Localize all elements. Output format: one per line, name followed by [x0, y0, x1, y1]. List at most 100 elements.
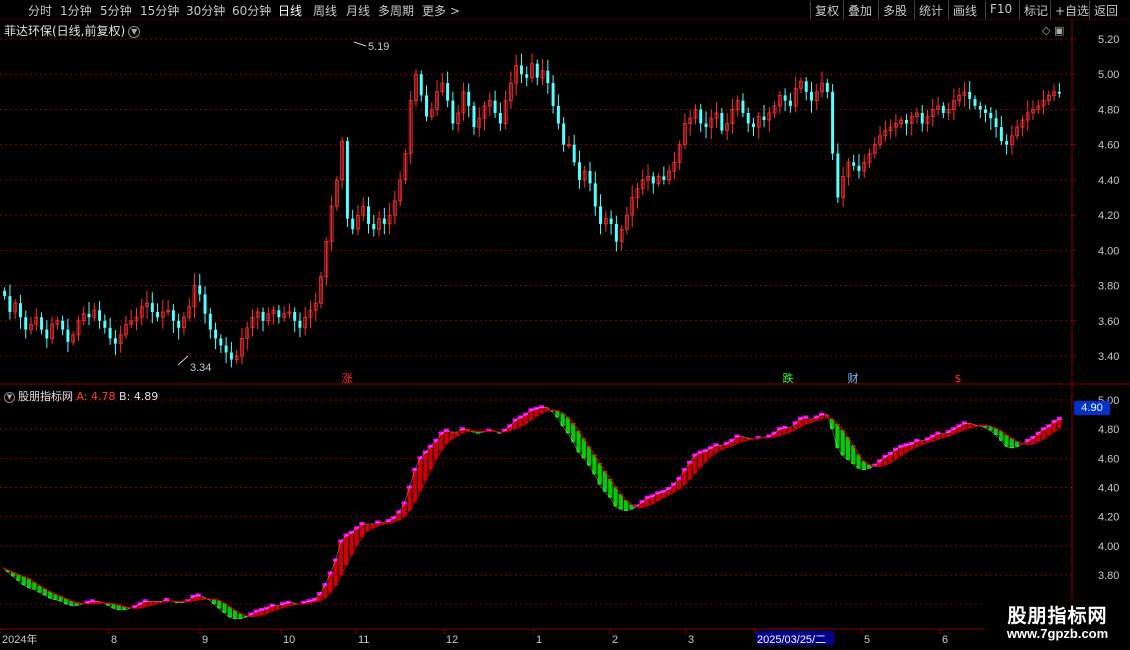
- candle-body: [219, 338, 223, 346]
- indicator-a-value: 4.78: [91, 390, 116, 403]
- candle-body: [171, 310, 175, 321]
- candle-body: [446, 83, 450, 101]
- indicator-top-mark: [137, 602, 143, 606]
- candle-body: [87, 313, 91, 318]
- candle-body: [810, 91, 814, 101]
- low-pointer: [177, 355, 189, 366]
- date-label: 10: [283, 634, 295, 646]
- date-label: 9: [202, 634, 208, 646]
- period-5[interactable]: 60分钟: [232, 2, 271, 19]
- stock-title[interactable]: 菲达环保(日线,前复权) ▼: [4, 22, 141, 39]
- candle-body: [588, 171, 592, 184]
- date-label: 2: [612, 634, 618, 646]
- action-3[interactable]: 统计: [919, 2, 943, 19]
- candle-body: [293, 311, 297, 321]
- indicator-top-mark: [317, 591, 323, 595]
- candle-body: [277, 310, 281, 318]
- indicator-top-mark: [892, 447, 899, 451]
- candle-body: [156, 311, 160, 318]
- diamond-icon[interactable]: ◇: [1042, 24, 1050, 37]
- indicator-tick-label: 4.60: [1098, 453, 1119, 465]
- indicator-b-label: B:: [119, 390, 131, 403]
- candle-body: [651, 176, 655, 184]
- toolbar-separator: [810, 1, 811, 19]
- candle-body: [904, 120, 908, 124]
- event-marker: 跌: [783, 371, 794, 385]
- candle-body: [3, 290, 7, 297]
- indicator-top-mark: [1025, 438, 1031, 442]
- indicator-top-mark: [507, 424, 513, 428]
- period-3[interactable]: 15分钟: [140, 2, 179, 19]
- date-label: 12: [446, 634, 458, 646]
- chevron-down-icon[interactable]: ▼: [4, 391, 15, 403]
- candle-body: [18, 303, 22, 318]
- candle-body: [704, 123, 708, 128]
- indicator-top-mark: [1051, 419, 1057, 423]
- toolbar-separator: [948, 1, 949, 19]
- candle-body: [535, 63, 539, 78]
- candle-body: [472, 105, 476, 128]
- indicator-tick-label: 4.80: [1098, 424, 1119, 436]
- date-label: 2024年: [2, 632, 37, 646]
- indicator-top-mark: [427, 444, 434, 448]
- candle-body: [614, 223, 618, 242]
- chevron-down-icon[interactable]: ▼: [128, 25, 141, 38]
- candle-body: [519, 65, 523, 75]
- toolbar-separator: [1089, 1, 1090, 19]
- last-price-tag: 4.90: [1074, 401, 1110, 415]
- action-4[interactable]: 画线: [953, 2, 977, 19]
- candle-body: [451, 100, 455, 124]
- candle-body: [198, 285, 202, 295]
- candle-body: [546, 70, 550, 84]
- candle-body: [984, 109, 988, 113]
- candle-body: [203, 294, 207, 314]
- candle-body: [208, 313, 212, 330]
- period-7[interactable]: 周线: [313, 2, 337, 19]
- period-1[interactable]: 1分钟: [60, 2, 92, 19]
- indicator-top-mark: [935, 431, 941, 435]
- price-tick-label: 4.00: [1098, 245, 1119, 257]
- action-7[interactable]: +自选: [1055, 2, 1089, 19]
- candle-body: [968, 91, 972, 99]
- period-10[interactable]: 更多 >: [422, 2, 460, 19]
- candle-body: [783, 95, 787, 101]
- action-1[interactable]: 叠加: [848, 2, 872, 19]
- period-8[interactable]: 月线: [346, 2, 370, 19]
- action-5[interactable]: F10: [990, 2, 1012, 16]
- action-2[interactable]: 多股: [883, 2, 907, 19]
- action-0[interactable]: 复权: [815, 2, 839, 19]
- indicator-top-mark: [956, 424, 962, 428]
- period-4[interactable]: 30分钟: [186, 2, 225, 19]
- indicator-top-mark: [422, 450, 428, 454]
- date-label: 2025/03/25/二: [757, 634, 826, 646]
- kline-chart[interactable]: 5.20 5.00 4.80 4.60 4.40 4.20 4.00 3.80 3.60 3.40…: [0, 20, 1130, 650]
- action-6[interactable]: 标记: [1024, 2, 1048, 19]
- low-price-label: 3.34: [190, 362, 211, 374]
- event-marker: 财: [848, 371, 859, 385]
- indicator-top-mark: [1040, 427, 1047, 431]
- toolbar-separator: [1050, 1, 1051, 19]
- indicator-top-mark: [929, 434, 936, 438]
- candle-body: [498, 112, 502, 124]
- indicator-top-mark: [713, 443, 719, 447]
- indicator-top-mark: [359, 521, 365, 525]
- indicator-top-mark: [343, 533, 349, 537]
- candle-body: [857, 165, 861, 172]
- indicator-title[interactable]: ▼ 股朋指标网 A: 4.78 B: 4.89: [4, 388, 158, 404]
- period-6[interactable]: 日线: [278, 2, 302, 19]
- period-0[interactable]: 分时: [28, 2, 52, 19]
- period-9[interactable]: 多周期: [378, 2, 414, 19]
- window-toggle-icon[interactable]: ▣: [1054, 24, 1064, 37]
- candle-body: [372, 223, 376, 230]
- candle-body: [382, 218, 386, 224]
- action-8[interactable]: 返回: [1094, 2, 1118, 19]
- chart-corner-icons: ◇ ▣: [1042, 24, 1064, 37]
- candle-body: [599, 206, 603, 224]
- candle-body: [852, 162, 856, 166]
- indicator-top-mark: [951, 427, 957, 431]
- candle-body: [941, 105, 945, 113]
- indicator-top-mark: [248, 612, 254, 616]
- candle-body: [577, 162, 581, 180]
- indicator-top-mark: [882, 454, 888, 458]
- period-2[interactable]: 5分钟: [100, 2, 132, 19]
